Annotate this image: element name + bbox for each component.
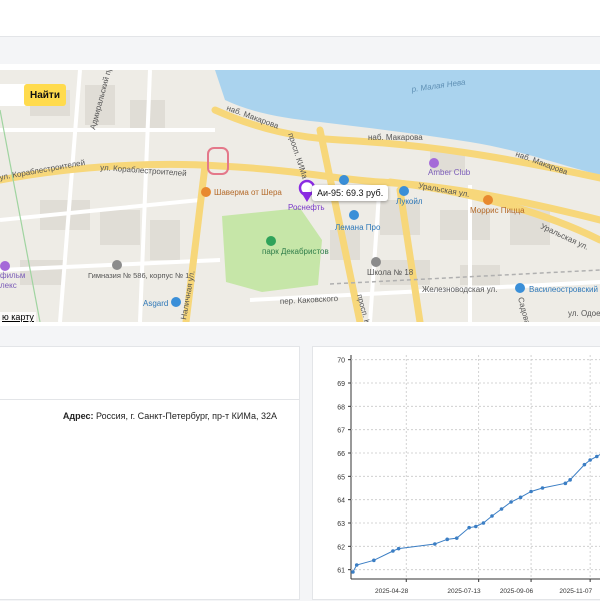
poi-label: Моррис Пицца: [470, 206, 525, 215]
data-point: [509, 500, 513, 504]
lukoil-icon: [399, 186, 409, 196]
data-point: [582, 462, 587, 467]
data-point: [518, 495, 523, 500]
poi-label: Гимназия № 586, корпус № 1: [88, 271, 189, 280]
gymnasium-icon: [112, 260, 122, 270]
street-label: Железноводская ул.: [422, 285, 497, 294]
search-button[interactable]: Найти: [24, 84, 66, 106]
street-label: наб. Макарова: [368, 133, 423, 142]
data-point: [391, 549, 395, 553]
address-label: Адрес:: [62, 411, 94, 421]
price-chart: 61 62 63 64 65 66 67 68 69 70 2025-04-28 2025-07-13…: [337, 355, 600, 595]
poi-label: Asgard: [143, 299, 168, 308]
data-point: [354, 563, 359, 567]
data-point: [529, 489, 533, 494]
address-value: Россия, г. Санкт-Петербург, пр-т КИМа, 3…: [95, 411, 277, 421]
amber-club-icon: [429, 158, 439, 168]
y-tick-label: 69: [337, 381, 345, 388]
shaverma-icon: [201, 187, 211, 197]
y-tick-label: 68: [337, 404, 345, 411]
poi-label: Лукойл: [396, 197, 423, 206]
school-icon: [371, 257, 381, 267]
fuel-price-label: Аи-95: 69.3 руб.: [312, 185, 389, 201]
poi-label: Шаверма от Шера: [214, 188, 282, 197]
y-tick-label: 61: [337, 568, 345, 575]
y-tick-label: 64: [337, 498, 345, 505]
map-card: р. Малая Нева наб. Макарова наб. Макаров…: [0, 64, 600, 326]
y-tick-label: 67: [337, 428, 345, 435]
data-point: [588, 458, 592, 462]
lemana-icon: [349, 210, 359, 220]
y-tick-label: 62: [337, 544, 345, 551]
data-point: [595, 454, 599, 459]
poi-label: Василеостровский: [529, 285, 598, 294]
data-point: [372, 558, 376, 563]
data-point: [474, 524, 478, 529]
series-line: [352, 453, 600, 573]
map-canvas: р. Малая Нева наб. Макарова наб. Макаров…: [0, 70, 600, 322]
poi-label: Лемана Про: [335, 223, 381, 232]
y-tick-label: 70: [337, 358, 345, 365]
station-info-card: Адрес: Россия, г. Санкт-Петербург, пр-т …: [0, 346, 300, 600]
y-tick-label: 63: [337, 521, 345, 528]
address-line: Адрес: Россия, г. Санкт-Петербург, пр-т …: [63, 411, 277, 421]
cinema-icon: [0, 261, 10, 271]
data-point: [540, 486, 545, 490]
data-point: [433, 542, 437, 546]
divider: [0, 399, 299, 400]
x-tick-label: 2025-07-13: [447, 588, 481, 595]
price-chart-card: 61 62 63 64 65 66 67 68 69 70 2025-04-28 2025-07-13…: [312, 346, 600, 600]
top-bar: [0, 0, 600, 37]
x-tick-label: 2025-11-07: [559, 588, 592, 595]
data-point: [499, 507, 504, 511]
data-point: [467, 525, 471, 530]
y-tick-label: 66: [337, 451, 345, 458]
data-point: [490, 514, 494, 518]
metro-icon: [515, 283, 525, 293]
poi-label: лекс: [0, 281, 17, 290]
parking-icon: [339, 175, 349, 185]
poi-label: Amber Club: [428, 168, 471, 177]
asgard-icon: [171, 297, 181, 307]
map-view[interactable]: р. Малая Нева наб. Макарова наб. Макаров…: [0, 70, 600, 322]
open-map-link[interactable]: ю карту: [0, 312, 36, 322]
data-point: [481, 521, 486, 525]
park-icon: [266, 236, 276, 246]
data-point: [454, 536, 459, 540]
poi-label: Роснефть: [288, 203, 325, 212]
street-label: ул. Одоевс: [568, 309, 600, 318]
data-point: [563, 481, 568, 486]
data-point: [445, 537, 450, 542]
search-input[interactable]: [0, 84, 26, 106]
data-point: [396, 546, 401, 551]
poi-label: парк Декабристов: [262, 247, 329, 256]
data-point: [351, 570, 355, 574]
x-tick-label: 2025-04-28: [375, 588, 409, 595]
y-tick-label: 65: [337, 474, 345, 481]
x-tick-label: 2025-09-06: [500, 588, 534, 595]
data-point: [568, 478, 572, 482]
poi-label: Школа № 18: [367, 268, 414, 277]
morris-icon: [483, 195, 493, 205]
poi-label: фильм: [0, 271, 25, 280]
